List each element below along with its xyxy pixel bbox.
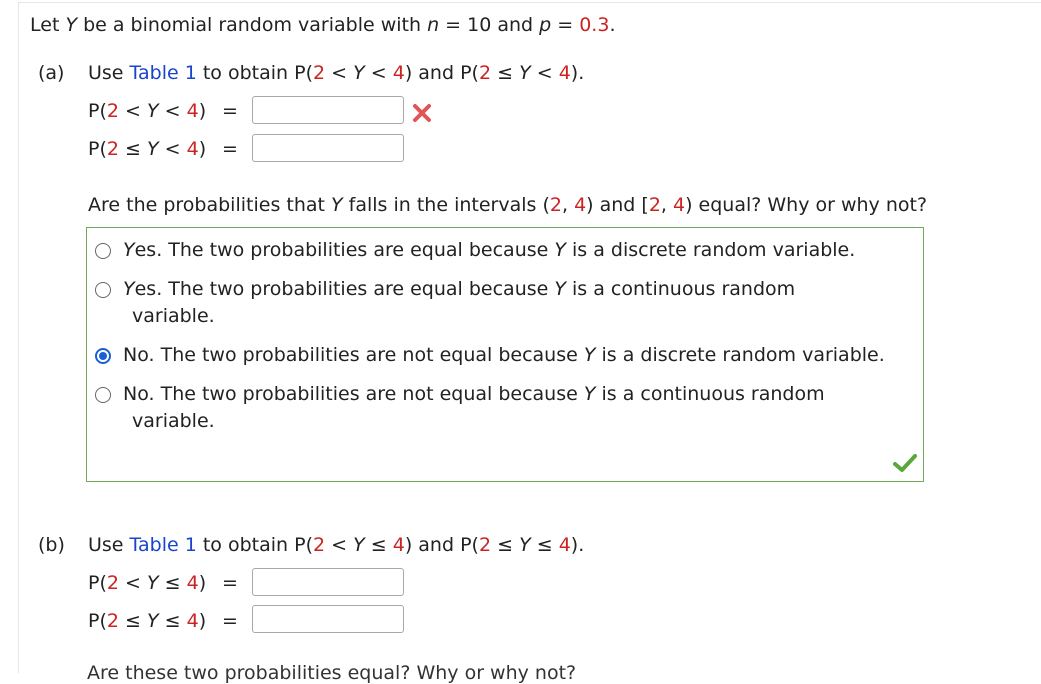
choice-text: No. The two probabilities are not equal … — [123, 383, 825, 405]
probability-expression: P(2 ≤ Y ≤ 4) — [460, 534, 579, 556]
var-p: p — [539, 14, 552, 36]
next-question-cutoff: Are these two probabilities equal? Why o… — [87, 662, 577, 684]
equals-sign: = — [222, 610, 238, 632]
equals-sign: = — [222, 572, 238, 594]
intro-text: and — [491, 14, 540, 36]
instruction-text: . — [578, 534, 585, 556]
probability-expression: P(2 < Y < 4) — [294, 62, 413, 84]
probability-expression: P(2 ≤ Y < 4) — [88, 138, 207, 160]
probability-expression: P(2 < Y ≤ 4) — [88, 572, 207, 594]
equals-sign: = — [222, 100, 238, 122]
equals-sign: = — [439, 14, 468, 36]
choice-text: Yes. The two probabilities are equal bec… — [123, 278, 796, 300]
radio-button[interactable] — [95, 387, 111, 403]
part-a-label: (a) — [38, 62, 65, 84]
x-mark-icon — [413, 104, 431, 122]
answer-input-a1[interactable] — [252, 96, 404, 124]
intro-text: . — [609, 14, 616, 36]
n-value: 10 — [467, 14, 492, 36]
equals-sign: = — [222, 138, 238, 160]
answer-input-b1[interactable] — [252, 568, 404, 596]
radio-button[interactable] — [95, 348, 111, 364]
var-n: n — [427, 14, 440, 36]
choice-text: Yes. The two probabilities are equal bec… — [123, 239, 856, 261]
instruction-text: Use — [88, 534, 130, 556]
problem-statement: Let Y be a binomial random variable with… — [30, 14, 615, 36]
probability-expression: P(2 < Y < 4) — [88, 100, 207, 122]
question-text: Are the probabilities that Y falls in th… — [88, 194, 928, 216]
answer-input-a2[interactable] — [252, 134, 404, 162]
probability-expression: P(2 < Y ≤ 4) — [294, 534, 413, 556]
multiple-choice-group: Yes. The two probabilities are equal bec… — [86, 227, 924, 482]
part-b-label: (b) — [38, 534, 65, 556]
answer-input-b2[interactable] — [252, 605, 404, 633]
instruction-text: to obtain — [196, 62, 295, 84]
part-a-question: Are the probabilities that Y falls in th… — [88, 194, 927, 216]
equals-sign: = — [551, 14, 580, 36]
instruction-text: and — [412, 534, 461, 556]
part-b-row1-label: P(2 < Y ≤ 4) — [88, 572, 206, 594]
instruction-text: . — [578, 62, 585, 84]
radio-button[interactable] — [95, 282, 111, 298]
part-b-instruction: Use Table 1 to obtain P(2 < Y ≤ 4) and P… — [88, 534, 584, 556]
probability-expression: P(2 ≤ Y ≤ 4) — [88, 610, 207, 632]
part-b-row2-label: P(2 ≤ Y ≤ 4) — [88, 610, 206, 632]
instruction-text: and — [412, 62, 461, 84]
table-1-link[interactable]: Table 1 — [130, 62, 197, 84]
p-value: 0.3 — [579, 14, 610, 36]
probability-expression: P(2 ≤ Y < 4) — [460, 62, 579, 84]
part-a-instruction: Use Table 1 to obtain P(2 < Y < 4) and P… — [88, 62, 584, 84]
instruction-text: to obtain — [196, 534, 295, 556]
choice-text-continued: variable. — [132, 305, 215, 327]
choice-text-continued: variable. — [132, 410, 215, 432]
part-a-row1-label: P(2 < Y < 4) — [88, 100, 206, 122]
choice-text: No. The two probabilities are not equal … — [123, 344, 885, 366]
intro-text: be a binomial random variable with — [77, 14, 428, 36]
check-mark-icon — [893, 454, 917, 472]
table-1-link[interactable]: Table 1 — [130, 534, 197, 556]
intro-text: Let — [30, 14, 66, 36]
instruction-text: Use — [88, 62, 130, 84]
part-a-row2-label: P(2 ≤ Y < 4) — [88, 138, 206, 160]
radio-button[interactable] — [95, 243, 111, 259]
var-y: Y — [65, 14, 78, 36]
